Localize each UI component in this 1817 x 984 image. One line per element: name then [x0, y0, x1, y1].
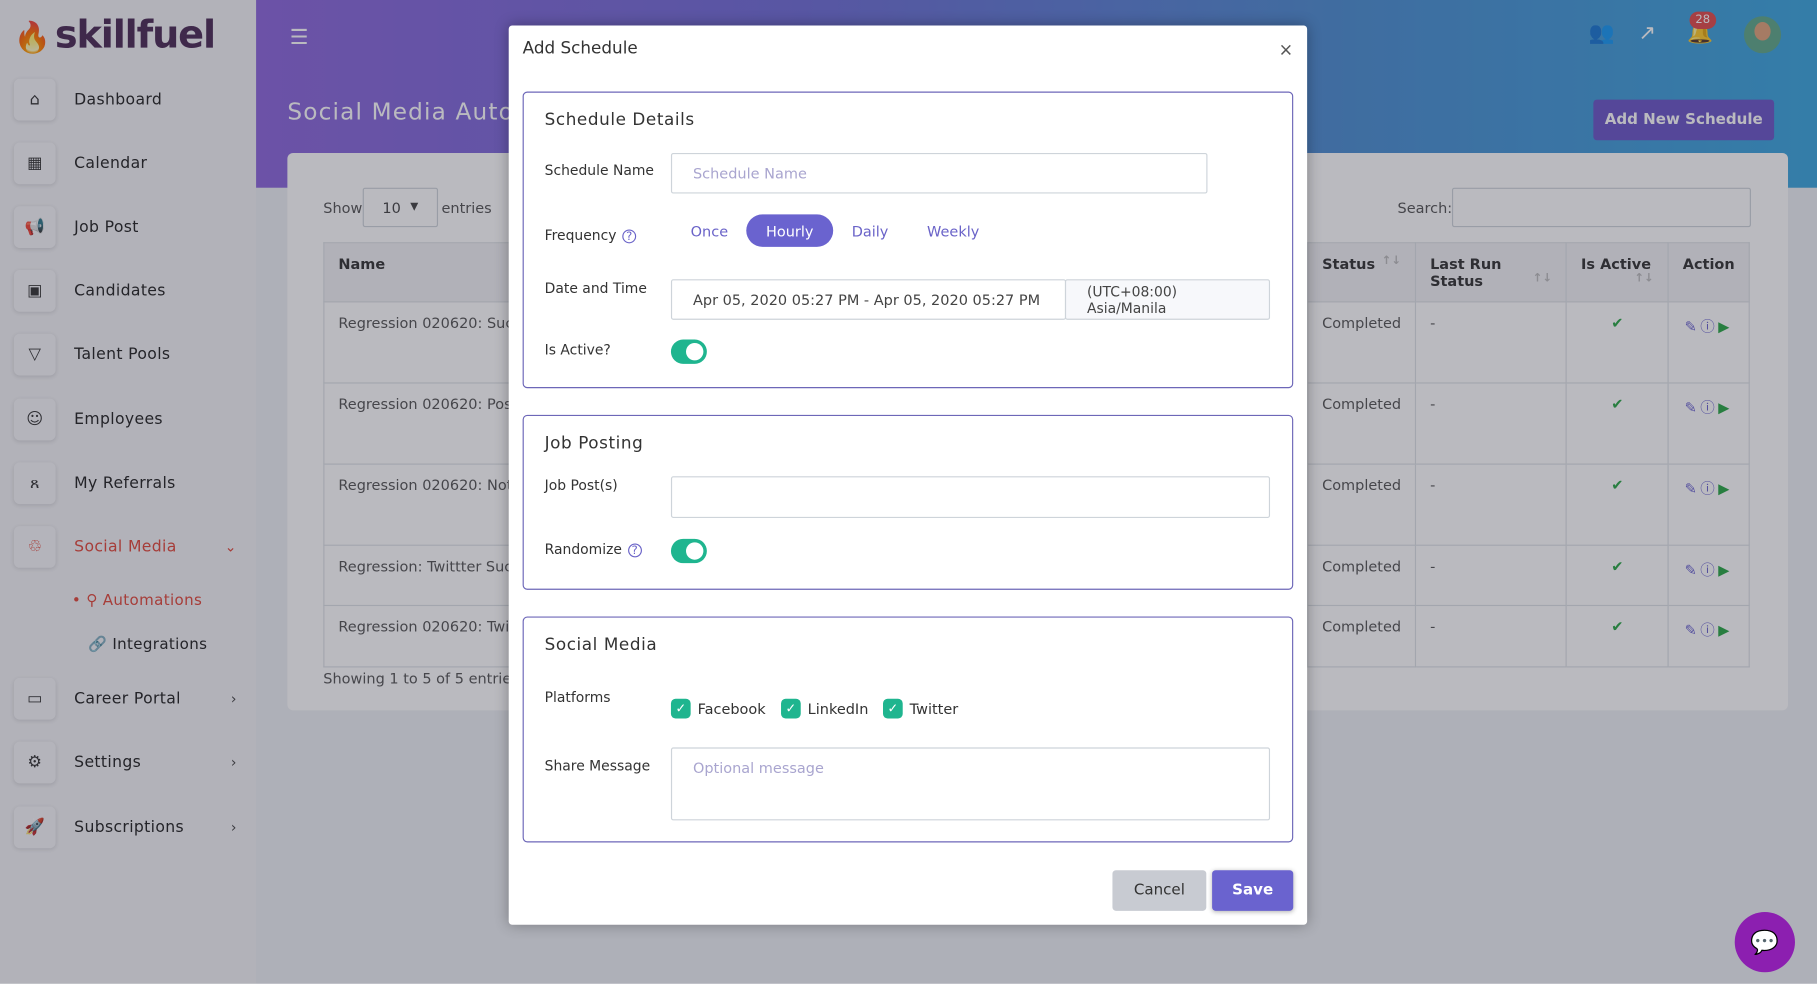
- frequency-once[interactable]: Once: [671, 214, 748, 246]
- date-range-input[interactable]: Apr 05, 2020 05:27 PM - Apr 05, 2020 05:…: [670, 279, 1067, 320]
- social-media-section: Social Media Platforms ✓ Facebook ✓ Linked…: [522, 616, 1294, 843]
- save-button[interactable]: Save: [1212, 870, 1294, 911]
- modal-title: Add Schedule: [522, 39, 638, 58]
- schedule-name-label: Schedule Name: [544, 162, 654, 179]
- check-icon: ✓: [670, 698, 691, 719]
- platform-linkedin-checkbox[interactable]: ✓ LinkedIn: [781, 698, 868, 719]
- frequency-hourly[interactable]: Hourly: [746, 214, 834, 247]
- check-icon: ✓: [781, 698, 801, 719]
- platforms-label: Platforms: [544, 689, 611, 706]
- schedule-details-section: Schedule Details Schedule Name Schedule …: [522, 91, 1294, 389]
- frequency-label: Frequency?: [545, 227, 637, 244]
- is-active-label: Is Active?: [544, 341, 611, 359]
- date-time-label: Date and Time: [544, 280, 647, 297]
- section-heading: Schedule Details: [544, 111, 695, 130]
- timezone-addon[interactable]: (UTC+08:00) Asia/Manila: [1064, 279, 1271, 320]
- share-message-label: Share Message: [544, 757, 651, 775]
- check-icon: ✓: [883, 698, 903, 719]
- add-schedule-modal: Add Schedule × Schedule Details Schedule…: [508, 25, 1308, 925]
- close-icon[interactable]: ×: [1279, 39, 1294, 60]
- share-message-textarea[interactable]: Optional message: [670, 747, 1271, 821]
- job-posts-label: Job Post(s): [544, 477, 618, 494]
- platform-twitter-checkbox[interactable]: ✓ Twitter: [883, 698, 958, 719]
- chat-widget-button[interactable]: 💬: [1734, 911, 1795, 973]
- help-icon[interactable]: ?: [622, 229, 637, 244]
- randomize-label: Randomize?: [545, 541, 642, 558]
- section-heading: Social Media: [544, 636, 658, 655]
- cancel-button[interactable]: Cancel: [1112, 870, 1207, 911]
- frequency-weekly[interactable]: Weekly: [907, 214, 999, 246]
- section-heading: Job Posting: [544, 434, 644, 454]
- job-posts-input[interactable]: [670, 476, 1271, 518]
- is-active-toggle[interactable]: [670, 339, 707, 364]
- help-icon[interactable]: ?: [627, 543, 642, 558]
- platform-facebook-checkbox[interactable]: ✓ Facebook: [670, 698, 766, 719]
- job-posting-section: Job Posting Job Post(s) Randomize?: [522, 414, 1294, 590]
- chat-icon: 💬: [1750, 928, 1780, 957]
- frequency-daily[interactable]: Daily: [832, 214, 908, 246]
- randomize-toggle[interactable]: [670, 538, 707, 564]
- schedule-name-input[interactable]: Schedule Name: [670, 152, 1208, 194]
